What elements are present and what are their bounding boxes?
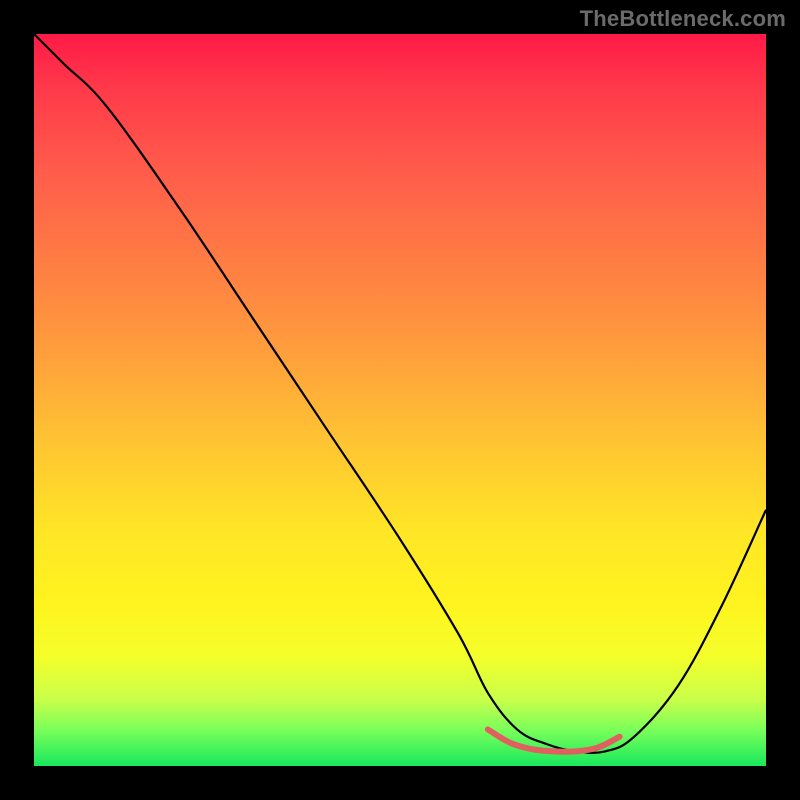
watermark-text: TheBottleneck.com bbox=[580, 6, 786, 32]
optimum-segment bbox=[488, 729, 620, 751]
curve-layer bbox=[34, 34, 766, 766]
chart-frame: TheBottleneck.com bbox=[0, 0, 800, 800]
plot-area bbox=[34, 34, 766, 766]
primary-curve bbox=[34, 34, 766, 753]
